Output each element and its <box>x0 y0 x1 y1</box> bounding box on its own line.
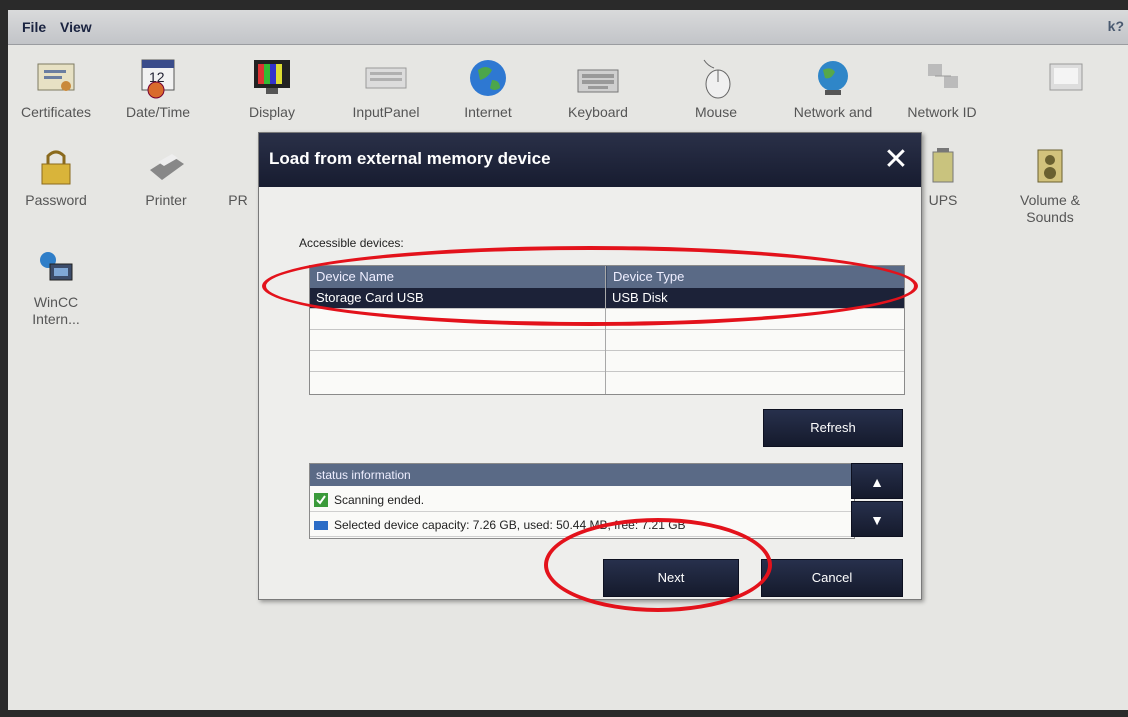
check-icon <box>314 493 328 507</box>
hmi-screen: File View k? Certificates 12 Date/Time D… <box>8 10 1128 710</box>
calendar-clock-icon: 12 <box>136 56 180 100</box>
cp-label: Network ID <box>907 104 977 120</box>
column-divider <box>605 266 606 394</box>
speaker-icon <box>1028 144 1072 188</box>
table-row-empty <box>310 309 904 330</box>
mouse-icon <box>694 56 738 100</box>
cancel-button[interactable]: Cancel <box>761 559 903 597</box>
cp-printer[interactable]: Printer <box>118 144 214 209</box>
status-panel: status information Scanning ended. Selec… <box>309 463 855 539</box>
device-name-cell: Storage Card USB <box>316 290 424 305</box>
cp-label: Volume & <box>1020 192 1080 208</box>
input-panel-icon <box>364 56 408 100</box>
close-icon[interactable]: ✕ <box>879 143 913 177</box>
printer-icon <box>144 144 188 188</box>
table-row[interactable]: Storage Card USB USB Disk <box>310 288 904 309</box>
cp-display[interactable]: Display <box>224 56 320 121</box>
refresh-button[interactable]: Refresh <box>763 409 903 447</box>
cp-datetime[interactable]: 12 Date/Time <box>110 56 206 121</box>
load-dialog: Load from external memory device ✕ Acces… <box>258 132 922 600</box>
menu-file[interactable]: File <box>22 19 46 35</box>
network-globe-icon <box>811 56 855 100</box>
next-button[interactable]: Next <box>603 559 739 597</box>
cp-label: Mouse <box>694 104 738 120</box>
scroll-down-button[interactable]: ▼ <box>851 501 903 537</box>
system-icon <box>1044 56 1088 100</box>
cp-label: Keyboard <box>568 104 628 120</box>
cp-label: Certificates <box>20 104 92 120</box>
drive-icon <box>314 521 328 530</box>
cp-label: Internet <box>464 104 512 120</box>
cp-mouse[interactable]: Mouse <box>668 56 764 121</box>
globe-icon <box>466 56 510 100</box>
pr-icon <box>228 144 248 188</box>
cp-certificates[interactable]: Certificates <box>8 56 104 121</box>
column-header-device-type[interactable]: Device Type <box>606 266 904 288</box>
keyboard-icon <box>576 56 620 100</box>
display-icon <box>250 56 294 100</box>
status-text: Selected device capacity: 7.26 GB, used:… <box>334 518 686 532</box>
cp-internet[interactable]: Internet <box>440 56 536 121</box>
ups-icon <box>921 144 965 188</box>
cp-label: Printer <box>145 192 187 208</box>
dialog-titlebar: Load from external memory device ✕ <box>259 133 921 187</box>
cp-label: WinCC <box>33 294 79 310</box>
help-icon[interactable]: k? <box>1108 18 1124 34</box>
cp-label: Display <box>249 104 295 120</box>
cp-unknown[interactable] <box>1018 56 1114 104</box>
cp-label: Date/Time <box>125 104 191 120</box>
cp-label: Sounds <box>1026 209 1074 225</box>
device-type-cell: USB Disk <box>612 290 668 305</box>
menu-bar: File View k? <box>8 10 1128 45</box>
status-line: Scanning ended. <box>310 488 854 512</box>
status-line: Selected device capacity: 7.26 GB, used:… <box>310 513 854 537</box>
lock-icon <box>34 144 78 188</box>
cp-label: InputPanel <box>352 104 420 120</box>
scroll-up-button[interactable]: ▲ <box>851 463 903 499</box>
devices-table[interactable]: Device Name Device Type Storage Card USB… <box>309 265 905 395</box>
cp-network-and[interactable]: Network and <box>778 56 888 121</box>
accessible-devices-label: Accessible devices: <box>299 236 404 250</box>
cp-volume-sounds[interactable]: Volume & Sounds <box>1002 144 1098 226</box>
cp-label: Network and <box>793 104 873 120</box>
network-id-icon <box>920 56 964 100</box>
table-row-empty <box>310 351 904 372</box>
menu-view[interactable]: View <box>60 19 92 35</box>
cp-keyboard[interactable]: Keyboard <box>550 56 646 121</box>
status-header: status information <box>310 464 854 486</box>
dialog-title: Load from external memory device <box>269 149 551 168</box>
table-row-empty <box>310 330 904 351</box>
status-text: Scanning ended. <box>334 493 425 507</box>
cp-label: Password <box>25 192 87 208</box>
wincc-icon <box>34 246 78 290</box>
cp-inputpanel[interactable]: InputPanel <box>338 56 434 121</box>
cp-label: Intern... <box>32 311 80 327</box>
cp-password[interactable]: Password <box>8 144 104 209</box>
certificate-icon <box>34 56 78 100</box>
cp-network-id[interactable]: Network ID <box>894 56 990 121</box>
cp-wincc[interactable]: WinCC Intern... <box>8 246 104 328</box>
column-header-device-name[interactable]: Device Name <box>310 266 606 288</box>
